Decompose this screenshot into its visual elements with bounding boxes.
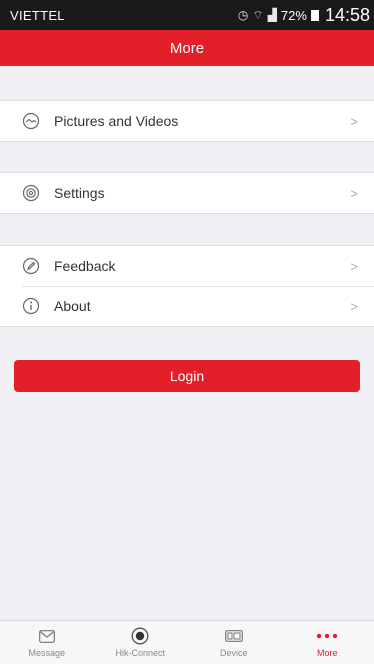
title-bar: More: [0, 30, 374, 66]
hik-connect-icon: [131, 627, 149, 645]
about-info-icon: [22, 297, 40, 315]
menu-label-pictures-videos: Pictures and Videos: [54, 113, 179, 129]
menu-item-about[interactable]: About >: [0, 286, 374, 326]
wifi-icon: ⌔: [252, 7, 264, 22]
feedback-pen-icon: [22, 257, 40, 275]
tab-label-message: Message: [28, 648, 66, 658]
battery-icon: [310, 9, 319, 21]
alarm-icon: ◷: [237, 8, 249, 22]
signal-icon: ▟: [267, 8, 277, 22]
chevron-right-icon: >: [350, 185, 358, 201]
menu-group-support: Feedback > About >: [0, 245, 374, 327]
tab-device[interactable]: Device: [187, 621, 281, 664]
menu-item-feedback[interactable]: Feedback >: [0, 246, 374, 286]
chevron-right-icon: >: [350, 298, 358, 314]
clock: 14:58: [324, 4, 370, 25]
chevron-right-icon: >: [350, 113, 358, 129]
more-dots-icon: [316, 627, 338, 645]
menu-label-about: About: [54, 298, 91, 314]
tab-more[interactable]: More: [281, 621, 374, 664]
tab-label-more: More: [316, 648, 338, 658]
tab-hik-connect[interactable]: Hik-Connect: [94, 621, 188, 664]
tab-label-device: Device: [219, 648, 248, 658]
tab-label-hik-connect: Hik-Connect: [115, 648, 166, 658]
menu-item-pictures-videos[interactable]: Pictures and Videos >: [0, 101, 374, 141]
device-icon: [224, 627, 243, 645]
carrier-name: VIETTEL: [10, 7, 65, 23]
battery-percent: 72%: [280, 7, 307, 23]
menu-item-settings[interactable]: Settings >: [0, 173, 374, 213]
settings-gear-icon: [22, 184, 40, 202]
menu-group-settings: Settings >: [0, 172, 374, 214]
message-envelope-icon: [38, 627, 55, 645]
bottom-tab-bar: Message Hik-Connect Device More: [0, 620, 374, 664]
status-indicators: ◷ ⌔ ▟ 72% 14:58: [238, 5, 370, 26]
login-button[interactable]: Login: [14, 360, 360, 392]
page-title: More: [169, 39, 205, 57]
status-bar: VIETTEL ◷ ⌔ ▟ 72% 14:58: [0, 0, 374, 30]
menu-label-feedback: Feedback: [54, 258, 116, 274]
chevron-right-icon: >: [350, 258, 358, 274]
tab-message[interactable]: Message: [0, 621, 94, 664]
menu-group-media: Pictures and Videos >: [0, 100, 374, 142]
login-button-label: Login: [169, 368, 205, 384]
menu-label-settings: Settings: [54, 185, 105, 201]
pictures-icon: [22, 112, 40, 130]
